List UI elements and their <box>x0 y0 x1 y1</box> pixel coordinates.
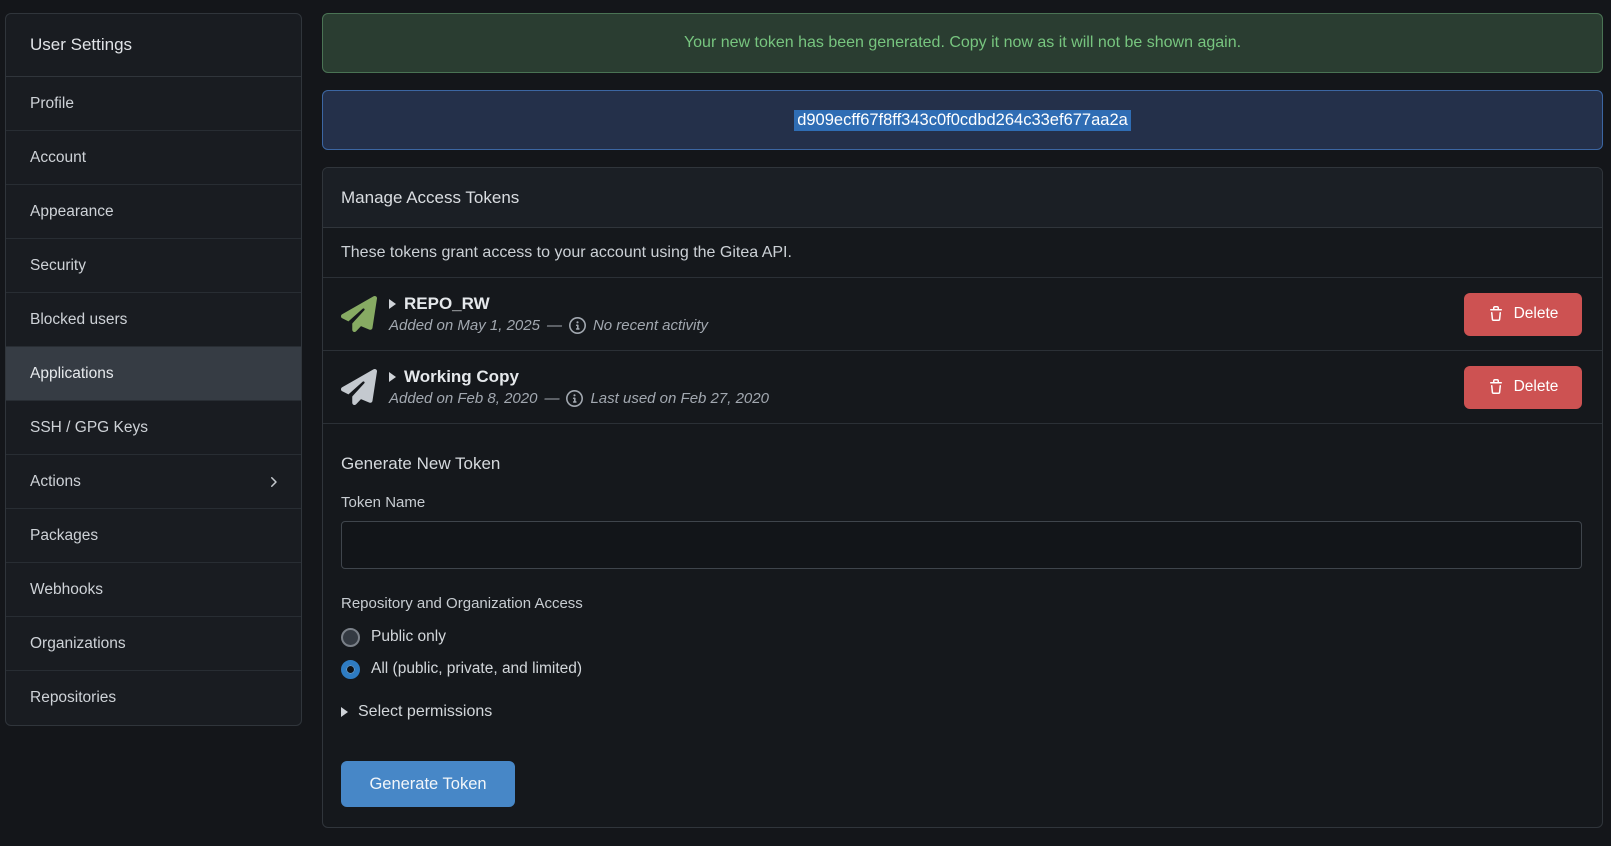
radio-unselected-icon[interactable] <box>341 628 360 647</box>
sidebar-item-actions[interactable]: Actions <box>6 455 301 509</box>
info-icon <box>566 390 583 407</box>
token-name: Working Copy <box>404 367 519 387</box>
sidebar-item-webhooks[interactable]: Webhooks <box>6 563 301 617</box>
panel-title: Manage Access Tokens <box>323 168 1602 228</box>
new-token-value[interactable]: d909ecff67f8ff343c0f0cdbd264c33ef677aa2a <box>794 110 1131 131</box>
token-added-date: Added on Feb 8, 2020 <box>389 390 537 407</box>
radio-all-access[interactable]: All (public, private, and limited) <box>341 654 1582 684</box>
token-info: REPO_RW Added on May 1, 2025 — No recent… <box>389 294 1464 334</box>
chevron-right-icon <box>265 474 281 490</box>
triangle-right-icon <box>341 707 348 717</box>
sidebar-item-applications[interactable]: Applications <box>6 347 301 401</box>
delete-token-button[interactable]: Delete <box>1464 366 1582 409</box>
paper-plane-icon <box>341 369 377 405</box>
sidebar-item-organizations[interactable]: Organizations <box>6 617 301 671</box>
sidebar-item-repositories[interactable]: Repositories <box>6 671 301 725</box>
sidebar-item-account[interactable]: Account <box>6 131 301 185</box>
meta-dash: — <box>547 317 562 334</box>
sidebar-item-appearance[interactable]: Appearance <box>6 185 301 239</box>
select-permissions-toggle[interactable]: Select permissions <box>341 700 1582 724</box>
token-meta: Added on May 1, 2025 — No recent activit… <box>389 317 1464 334</box>
delete-token-button[interactable]: Delete <box>1464 293 1582 336</box>
token-row: REPO_RW Added on May 1, 2025 — No recent… <box>323 278 1602 351</box>
paper-plane-icon <box>341 296 377 332</box>
access-tokens-panel: Manage Access Tokens These tokens grant … <box>322 167 1603 828</box>
sidebar-item-security[interactable]: Security <box>6 239 301 293</box>
token-name-input[interactable] <box>341 521 1582 569</box>
token-activity: Last used on Feb 27, 2020 <box>590 390 768 407</box>
triangle-right-icon <box>389 299 396 309</box>
generate-token-heading: Generate New Token <box>341 454 1582 474</box>
settings-sidebar: User Settings Profile Account Appearance… <box>5 13 302 726</box>
token-activity: No recent activity <box>593 317 708 334</box>
select-permissions-label: Select permissions <box>358 703 492 721</box>
info-icon <box>569 317 586 334</box>
success-message: Your new token has been generated. Copy … <box>684 34 1241 52</box>
radio-public-only[interactable]: Public only <box>341 622 1582 652</box>
sidebar-item-profile[interactable]: Profile <box>6 77 301 131</box>
token-expand-toggle[interactable]: Working Copy <box>389 367 1464 387</box>
panel-description: These tokens grant access to your accoun… <box>323 228 1602 278</box>
sidebar-item-packages[interactable]: Packages <box>6 509 301 563</box>
triangle-right-icon <box>389 372 396 382</box>
radio-label[interactable]: Public only <box>371 628 446 646</box>
trash-icon <box>1488 306 1504 322</box>
trash-icon <box>1488 379 1504 395</box>
sidebar-title: User Settings <box>6 14 301 77</box>
token-name: REPO_RW <box>404 294 490 314</box>
delete-button-label: Delete <box>1514 378 1559 396</box>
token-added-date: Added on May 1, 2025 <box>389 317 540 334</box>
token-expand-toggle[interactable]: REPO_RW <box>389 294 1464 314</box>
sidebar-item-ssh-gpg-keys[interactable]: SSH / GPG Keys <box>6 401 301 455</box>
token-meta: Added on Feb 8, 2020 — Last used on Feb … <box>389 390 1464 407</box>
new-token-box: d909ecff67f8ff343c0f0cdbd264c33ef677aa2a <box>322 90 1603 150</box>
generate-token-button[interactable]: Generate Token <box>341 761 515 807</box>
sidebar-item-blocked-users[interactable]: Blocked users <box>6 293 301 347</box>
sidebar-item-label: Actions <box>30 473 81 491</box>
token-name-label: Token Name <box>341 494 1582 511</box>
access-scope-label: Repository and Organization Access <box>341 595 1582 612</box>
generate-token-section: Generate New Token Token Name Repository… <box>323 424 1602 807</box>
meta-dash: — <box>544 390 559 407</box>
radio-selected-icon[interactable] <box>341 660 360 679</box>
token-info: Working Copy Added on Feb 8, 2020 — Last… <box>389 367 1464 407</box>
success-banner: Your new token has been generated. Copy … <box>322 13 1603 73</box>
delete-button-label: Delete <box>1514 305 1559 323</box>
radio-label[interactable]: All (public, private, and limited) <box>371 660 582 678</box>
token-row: Working Copy Added on Feb 8, 2020 — Last… <box>323 351 1602 424</box>
